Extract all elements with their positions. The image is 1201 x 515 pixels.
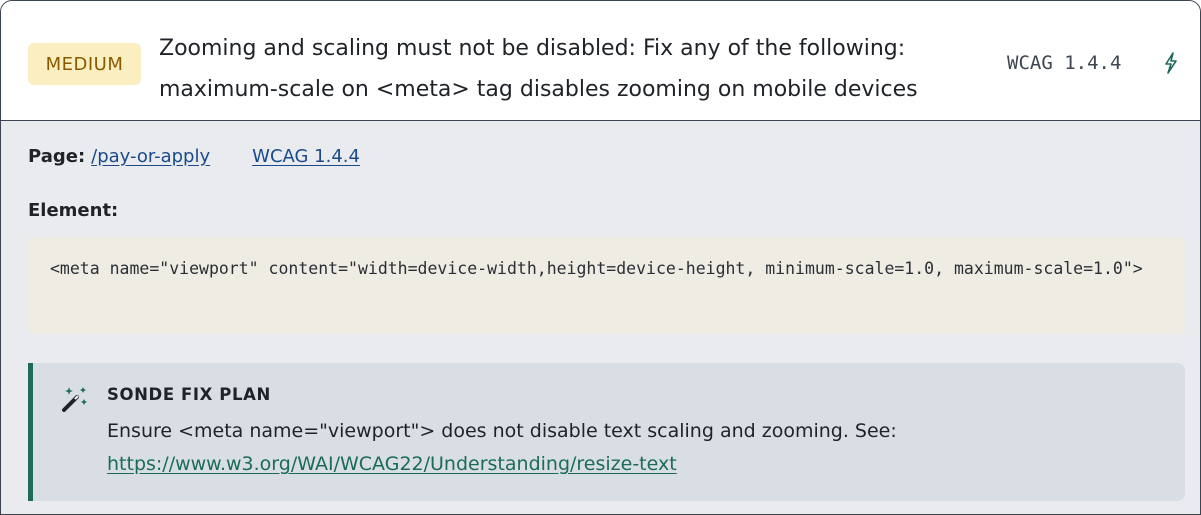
fix-plan-label: SONDE FIX PLAN <box>107 385 271 404</box>
magic-wand-icon <box>58 384 90 414</box>
bolt-icon[interactable] <box>1159 50 1183 76</box>
fix-plan-text: Ensure <meta name="viewport"> does not d… <box>107 420 897 442</box>
page-row: Page: /pay-or-apply WCAG 1.4.4 <box>28 146 360 172</box>
fix-plan-link[interactable]: https://www.w3.org/WAI/WCAG22/Understand… <box>107 453 677 475</box>
issue-title: Zooming and scaling must not be disabled… <box>159 36 918 102</box>
page-label: Page: <box>28 146 86 167</box>
wcag-link[interactable]: WCAG 1.4.4 <box>252 146 360 172</box>
fix-plan-panel: SONDE FIX PLAN Ensure <meta name="viewpo… <box>28 363 1185 501</box>
page-link[interactable]: /pay-or-apply <box>91 146 210 172</box>
issue-header[interactable]: MEDIUM Zooming and scaling must not be d… <box>1 1 1200 121</box>
element-code-block: <meta name="viewport" content="width=dev… <box>28 237 1185 334</box>
issue-card: MEDIUM Zooming and scaling must not be d… <box>0 0 1201 515</box>
fix-plan-description: Ensure <meta name="viewport"> does not d… <box>107 415 1157 481</box>
element-label: Element: <box>28 200 119 221</box>
severity-badge: MEDIUM <box>28 43 141 85</box>
issue-details: Page: /pay-or-apply WCAG 1.4.4 Element: … <box>1 123 1200 514</box>
wcag-criterion-code: WCAG 1.4.4 <box>1007 52 1122 74</box>
